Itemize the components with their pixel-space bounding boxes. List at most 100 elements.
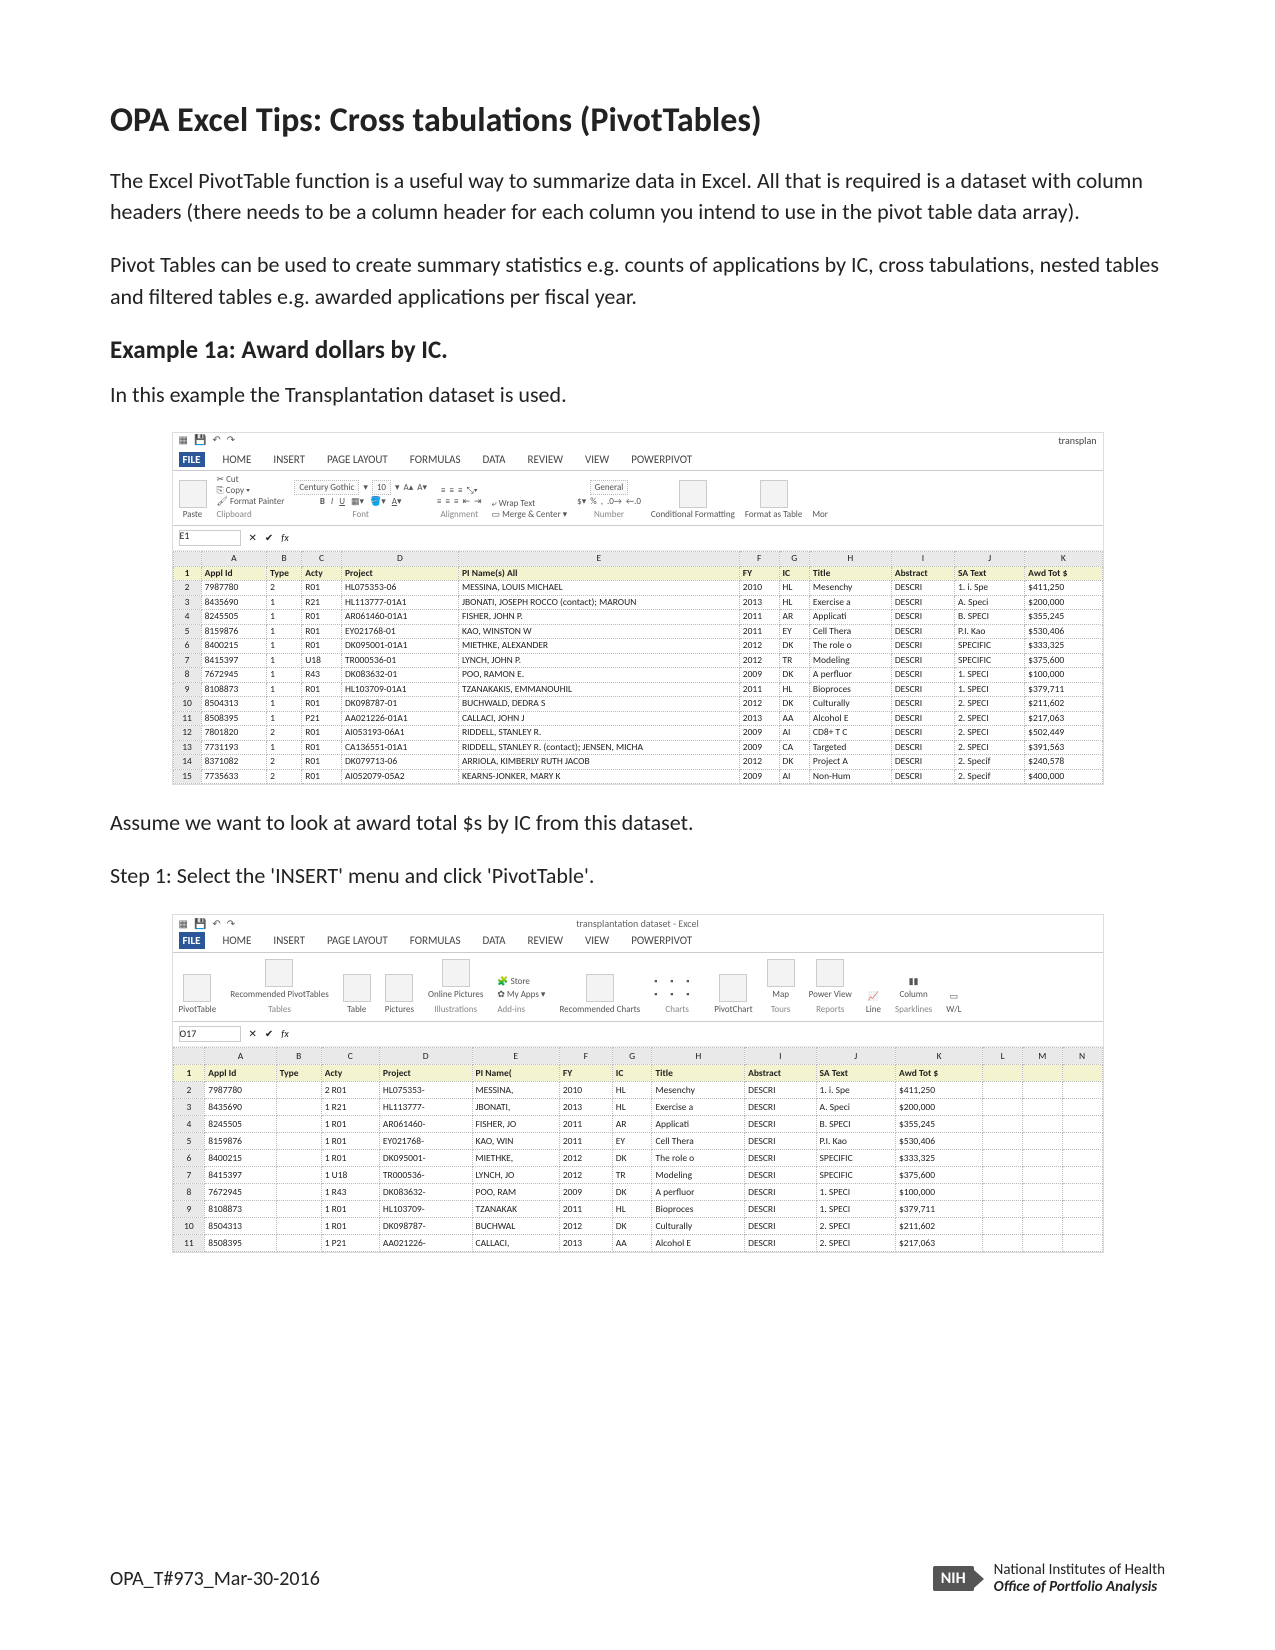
cell[interactable]: 2 [173, 581, 201, 596]
currency-button[interactable]: $▾ [577, 497, 586, 506]
cell[interactable] [983, 1081, 1023, 1098]
cell[interactable]: Culturally [809, 697, 891, 712]
underline-button[interactable]: U [339, 497, 345, 506]
cell[interactable]: DESCRI [745, 1217, 816, 1234]
table-row[interactable]: 684002151R01DK095001-01A1MIETHKE, ALEXAN… [173, 639, 1102, 654]
cell[interactable]: DESCRI [745, 1166, 816, 1183]
tab-formulas[interactable]: FORMULAS [406, 452, 465, 467]
cell[interactable]: 7 [173, 653, 201, 668]
cell[interactable]: 2. SPECI [816, 1217, 895, 1234]
cell[interactable]: B. SPECI [954, 610, 1024, 625]
cell[interactable]: $391,563 [1025, 740, 1102, 755]
table-row[interactable]: 1278018202R01AI053193-06A1RIDDELL, STANL… [173, 726, 1102, 741]
cell[interactable] [276, 1115, 321, 1132]
worksheet-grid-1[interactable]: ABCDEFGHIJK 1Appl IdTypeActyProjectPI Na… [173, 551, 1103, 784]
cell[interactable]: AI052079-05A2 [341, 769, 458, 784]
tab-file[interactable]: FILE [179, 452, 205, 467]
indent-inc-icon[interactable]: ⇥ [474, 497, 482, 506]
cell[interactable]: 14 [173, 755, 201, 770]
cell[interactable]: CA136551-01A1 [341, 740, 458, 755]
column-header[interactable] [173, 552, 201, 567]
cell[interactable]: 7987780 [205, 1081, 276, 1098]
cell[interactable]: R01 [302, 769, 342, 784]
cell[interactable]: DK083632-01 [341, 668, 458, 683]
font-name-select[interactable]: Century Gothic [294, 480, 359, 495]
line-button[interactable]: Line [866, 1004, 881, 1015]
cell[interactable]: P21 [302, 711, 342, 726]
cell[interactable]: DK095001- [379, 1149, 472, 1166]
cell[interactable]: Targeted [809, 740, 891, 755]
cell[interactable]: DESCRI [891, 639, 954, 654]
chart-type-icon[interactable]: ▪ [670, 989, 684, 1000]
cell[interactable]: DESCRI [745, 1200, 816, 1217]
cell[interactable]: R01 [302, 726, 342, 741]
cell[interactable] [1062, 1166, 1102, 1183]
column-header[interactable]: F [559, 1047, 612, 1064]
cell[interactable]: TZANAKAKIS, EMMANOUHIL [458, 682, 739, 697]
cell[interactable]: 3 [173, 595, 201, 610]
cell[interactable]: 1 R01 [321, 1217, 379, 1234]
cell[interactable] [1022, 1217, 1062, 1234]
cell[interactable]: $217,063 [1025, 711, 1102, 726]
decrease-font-icon[interactable]: A▾ [417, 483, 427, 492]
cell[interactable]: HL [612, 1200, 652, 1217]
cell[interactable]: 1 [267, 668, 302, 683]
cell[interactable]: MESSINA, LOUIS MICHAEL [458, 581, 739, 596]
cell[interactable]: 2009 [739, 726, 779, 741]
cell[interactable]: 9 [173, 1200, 205, 1217]
cell[interactable]: POO, RAMON E. [458, 668, 739, 683]
cell[interactable]: 2009 [559, 1183, 612, 1200]
cell[interactable]: SPECIFIC [954, 653, 1024, 668]
tab-file[interactable]: FILE [179, 932, 205, 949]
cell[interactable] [276, 1132, 321, 1149]
cell[interactable]: R43 [302, 668, 342, 683]
column-header[interactable]: I [745, 1047, 816, 1064]
cell[interactable]: $530,406 [895, 1132, 982, 1149]
map-button[interactable]: Map [772, 989, 789, 1000]
cell[interactable]: 9 [173, 682, 201, 697]
cell[interactable]: Modeling [809, 653, 891, 668]
table-row[interactable]: 1085043131 R01DK098787-BUCHWAL2012DKCult… [173, 1217, 1102, 1234]
cell[interactable]: U18 [302, 653, 342, 668]
pictures-icon[interactable] [385, 974, 413, 1002]
header-cell[interactable] [1062, 1064, 1102, 1081]
cell[interactable]: HL113777- [379, 1098, 472, 1115]
fx-icon[interactable]: fx [281, 1027, 288, 1040]
table-row[interactable]: 784153971U18TR000536-01LYNCH, JOHN P.201… [173, 653, 1102, 668]
sparkline-column-icon[interactable]: ▮▮ [909, 976, 919, 987]
cell[interactable]: 2. Specif [954, 769, 1024, 784]
cell[interactable] [1062, 1098, 1102, 1115]
cell[interactable]: 1 R01 [321, 1115, 379, 1132]
cell[interactable]: $211,602 [895, 1217, 982, 1234]
cell[interactable]: $530,406 [1025, 624, 1102, 639]
cell[interactable]: DESCRI [891, 581, 954, 596]
cell[interactable]: 1 [267, 653, 302, 668]
align-top-icon[interactable]: ≡ [441, 486, 445, 495]
percent-button[interactable]: % [590, 497, 596, 506]
cell[interactable]: HL [779, 595, 809, 610]
cell[interactable]: 2013 [559, 1234, 612, 1251]
cell[interactable] [1062, 1149, 1102, 1166]
column-header[interactable] [173, 1047, 205, 1064]
cell[interactable]: R01 [302, 740, 342, 755]
cell[interactable]: SPECIFIC [816, 1149, 895, 1166]
cell[interactable]: AI053193-06A1 [341, 726, 458, 741]
cell[interactable]: $211,602 [1025, 697, 1102, 712]
chart-type-icon[interactable]: ▪ [654, 989, 668, 1000]
cell[interactable]: 3 [173, 1098, 205, 1115]
cell[interactable]: HL075353-06 [341, 581, 458, 596]
align-right-icon[interactable]: ≡ [454, 497, 458, 506]
cell[interactable]: 2012 [559, 1166, 612, 1183]
cell[interactable]: 1. SPECI [954, 682, 1024, 697]
cancel-icon[interactable]: ✕ [249, 1027, 257, 1040]
cell[interactable]: DESCRI [745, 1098, 816, 1115]
name-box[interactable]: E1 [179, 530, 241, 546]
cell[interactable]: DESCRI [891, 668, 954, 683]
cell[interactable]: 8 [173, 668, 201, 683]
cell[interactable]: DK098787- [379, 1217, 472, 1234]
cell[interactable]: 1 R01 [321, 1200, 379, 1217]
cell[interactable]: $217,063 [895, 1234, 982, 1251]
cell[interactable] [1022, 1098, 1062, 1115]
rec-charts-button[interactable]: Recommended Charts [559, 1004, 640, 1015]
column-header[interactable]: I [891, 552, 954, 567]
